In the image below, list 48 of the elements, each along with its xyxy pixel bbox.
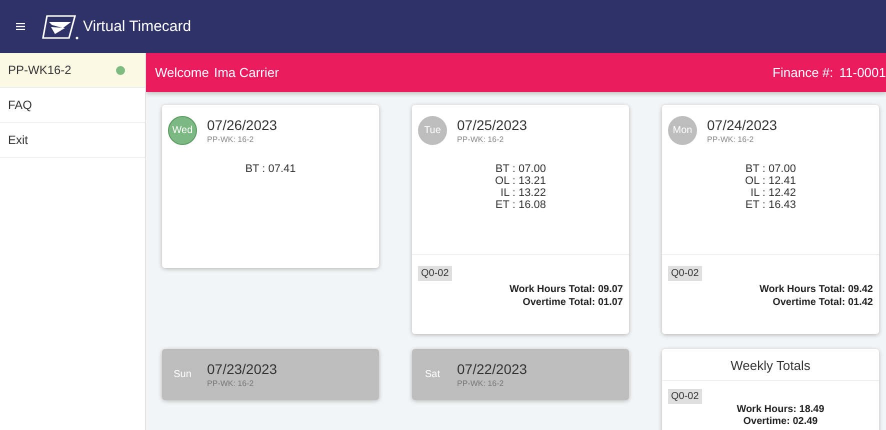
finance-label: Finance #: [772,65,834,80]
total-text: Overtime Total: 01.07 [522,296,623,309]
date-text: 07/24/2023 [707,117,778,133]
period-text: PP-WK: 16-2 [207,379,255,388]
card-title: Weekly Totals [662,349,879,381]
day-badge: Mon [668,116,697,145]
punch-time: ET : 16.43 [745,199,796,211]
total-text: Work Hours Total: 09.42 [758,283,873,296]
menu-icon[interactable] [16,23,25,30]
date-text: 07/22/2023 [457,361,528,377]
date-text: 07/26/2023 [207,117,278,133]
welcome-label: Welcome [155,65,209,80]
punch-time: OL : 12.41 [745,175,796,187]
finance-number: 11-0001 [839,65,886,80]
total-text: Overtime Total: 01.42 [772,296,873,309]
sidebar-item[interactable]: PP-WK16-2 [0,53,145,88]
punch-time: BT : 07.41 [245,163,296,175]
date-text: 07/25/2023 [457,117,528,133]
day-card[interactable]: Sun 07/23/2023 PP-WK: 16-2 [162,349,379,400]
punch-time: OL : 13.21 [495,175,546,187]
day-card[interactable]: Tue 07/25/2023 PP-WK: 16-2 BT : 07.00 OL : 13.21 IL : 13.22 ET : 16.08 Q0-02 Work Hours Total: 09.07 Overtime Total: 01.07 [412,105,629,334]
day-card[interactable]: Mon 07/24/2023 PP-WK: 16-2 BT : 07.00 OL : 12.41 IL : 12.42 ET : 16.43 Q0-02 Work Hours Total: 09.42 Overtime Total: 01.42 [662,105,879,334]
total-text: Work Hours: 18.49 [736,404,826,416]
day-card[interactable]: Wed 07/26/2023 PP-WK: 16-2 BT : 07.41 [162,105,379,268]
day-card[interactable]: Sat 07/22/2023 PP-WK: 16-2 [412,349,629,400]
day-badge: Tue [418,116,447,145]
punch-time: IL : 13.22 [500,187,546,199]
user-name: Ima Carrier [214,65,279,80]
day-label: Sat [424,368,441,382]
code-tag: Q0-02 [668,266,702,281]
total-text: Overtime: 02.49 [742,416,819,428]
code-tag: Q0-02 [668,389,702,404]
sidebar-item[interactable]: Exit [0,123,145,158]
day-badge: Wed [168,116,197,145]
punch-time: BT : 07.00 [495,163,546,175]
period-text: PP-WK: 16-2 [207,135,255,144]
period-text: PP-WK: 16-2 [457,135,505,144]
day-label: Sun [172,368,192,382]
punch-time: ET : 16.08 [495,199,546,211]
punch-time: BT : 07.00 [745,163,796,175]
app-title: Virtual Timecard [83,18,192,35]
code-tag: Q0-02 [418,266,452,281]
period-text: PP-WK: 16-2 [707,135,755,144]
sidebar-item[interactable]: FAQ [0,88,145,123]
total-text: Work Hours Total: 09.07 [508,283,623,296]
punch-time: IL : 12.42 [750,187,796,199]
date-text: 07/23/2023 [207,361,278,377]
period-text: PP-WK: 16-2 [457,379,505,388]
